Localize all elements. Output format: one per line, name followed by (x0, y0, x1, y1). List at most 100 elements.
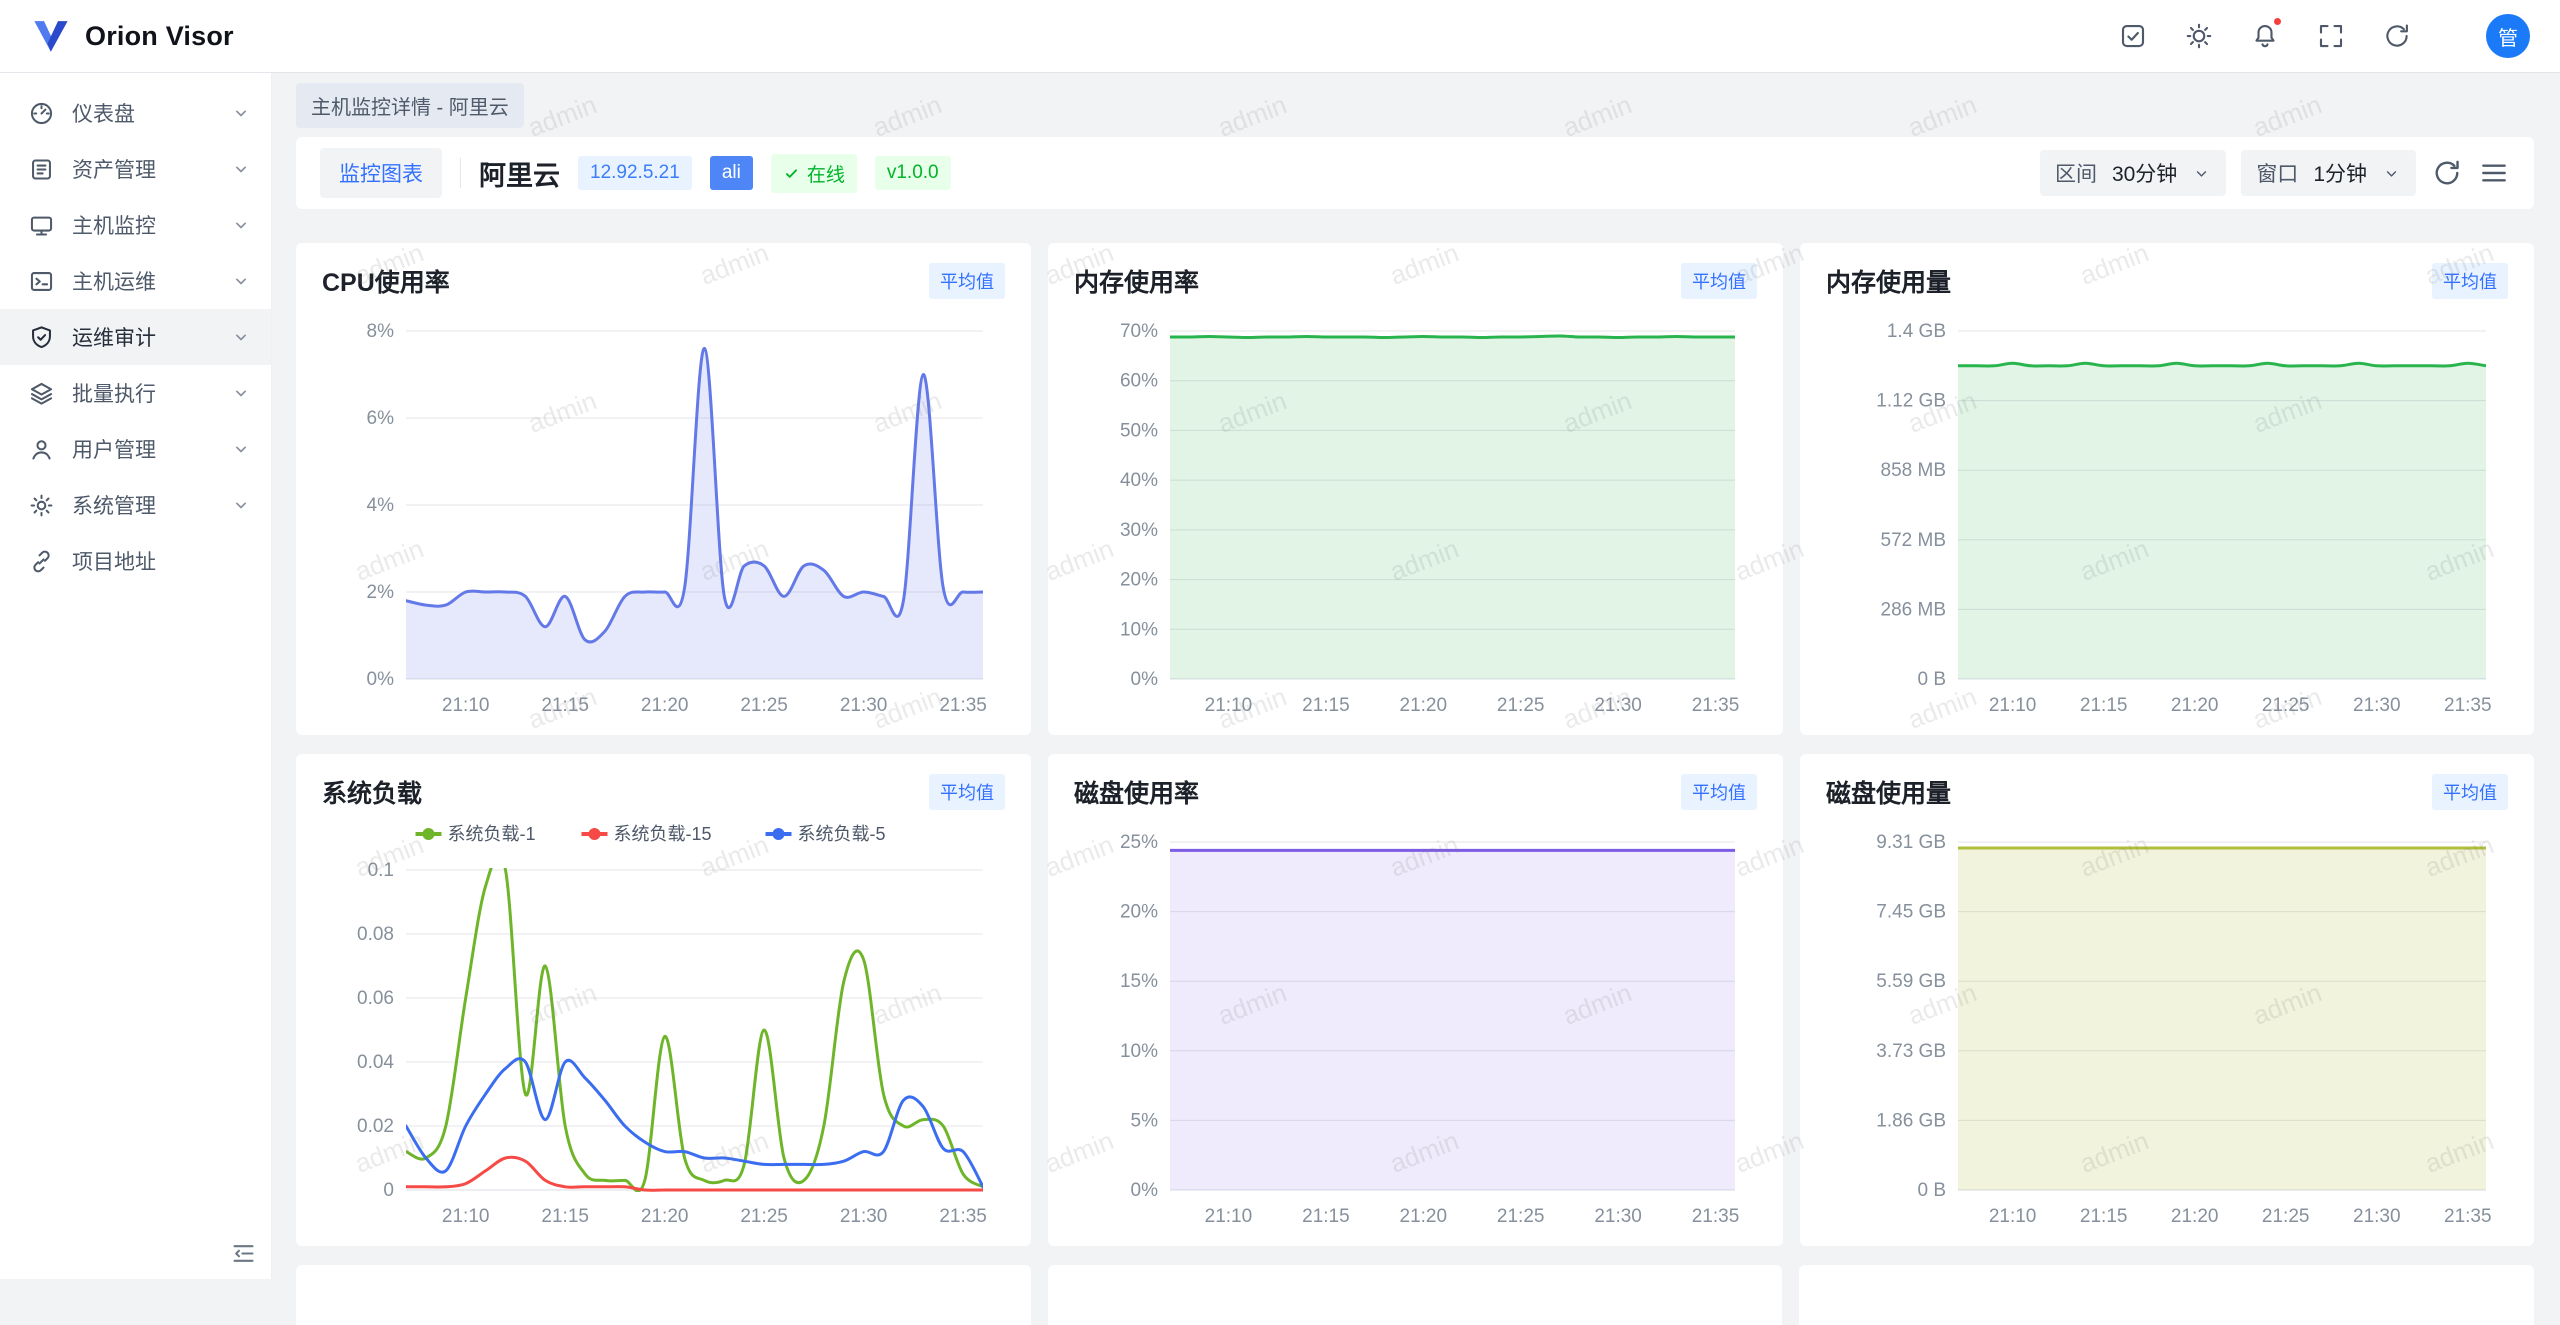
chevron-down-icon (231, 103, 251, 123)
svg-text:21:15: 21:15 (1302, 695, 1350, 716)
chart-card-head: 磁盘使用量平均值 (1826, 774, 2508, 818)
sidebar-menu: 仪表盘资产管理主机监控主机运维运维审计批量执行用户管理系统管理项目地址 (0, 73, 271, 589)
sidebar-collapse-icon[interactable] (230, 1240, 257, 1267)
chart-title: CPU使用率 (322, 263, 450, 299)
svg-text:21:25: 21:25 (1497, 1206, 1545, 1227)
topbar: Orion Visor 管 (0, 0, 2560, 73)
svg-text:21:30: 21:30 (2353, 1206, 2401, 1227)
refresh-icon[interactable] (2382, 21, 2412, 51)
sidebar-item-host-ops[interactable]: 主机运维 (0, 253, 271, 309)
chart-card-cpu-usage: CPU使用率平均值0%2%4%6%8%21:1021:1521:2021:252… (296, 243, 1031, 735)
sidebar-item-host-monitor[interactable]: 主机监控 (0, 197, 271, 253)
svg-text:21:15: 21:15 (1302, 1206, 1350, 1227)
fullscreen-icon[interactable] (2316, 21, 2346, 51)
link-icon (28, 548, 55, 575)
chart-memory-usage-amount[interactable]: 0 B286 MB572 MB858 MB1.12 GB1.4 GB21:102… (1826, 307, 2508, 723)
avatar[interactable]: 管 (2486, 14, 2530, 58)
svg-text:21:25: 21:25 (2262, 1206, 2310, 1227)
host-name: 阿里云 (479, 154, 560, 193)
window-value: 1分钟 (2313, 158, 2367, 188)
refresh-button[interactable] (2431, 157, 2463, 189)
sidebar-item-label: 运维审计 (72, 322, 214, 352)
svg-text:21:10: 21:10 (442, 1206, 490, 1227)
svg-text:0%: 0% (367, 669, 395, 690)
svg-text:21:10: 21:10 (1205, 1206, 1253, 1227)
sidebar-item-label: 仪表盘 (72, 98, 214, 128)
bell-icon[interactable] (2250, 21, 2280, 51)
svg-text:21:20: 21:20 (2171, 1206, 2219, 1227)
chart-card-head: 内存使用量平均值 (1826, 263, 2508, 307)
svg-text:60%: 60% (1120, 371, 1158, 392)
sidebar-item-dashboard[interactable]: 仪表盘 (0, 85, 271, 141)
chart-card-memory-usage-rate: 内存使用率平均值0%10%20%30%40%50%60%70%21:1021:1… (1048, 243, 1783, 735)
window-label: 窗口 (2256, 158, 2298, 188)
svg-text:21:15: 21:15 (541, 1206, 589, 1227)
chart-card-disk-usage-rate: 磁盘使用率平均值0%5%10%15%20%25%21:1021:1521:202… (1048, 754, 1783, 1246)
monitor-chart-mode-button[interactable]: 监控图表 (320, 148, 442, 198)
svg-text:40%: 40% (1120, 470, 1158, 491)
svg-text:7.45 GB: 7.45 GB (1876, 902, 1946, 923)
sidebar-item-label: 主机监控 (72, 210, 214, 240)
app-title: Orion Visor (85, 21, 234, 52)
sidebar-item-ops-audit[interactable]: 运维审计 (0, 309, 271, 365)
dashboard-icon (28, 100, 55, 127)
sidebar-item-project-url[interactable]: 项目地址 (0, 533, 271, 589)
chart-card-partial (1799, 1265, 2534, 1325)
breadcrumb-row: 主机监控详情 - 阿里云 (296, 73, 2534, 137)
chart-card-head: 系统负载平均值 (322, 774, 1005, 818)
window-select[interactable]: 窗口 1分钟 (2241, 150, 2416, 196)
svg-text:0%: 0% (1131, 1180, 1159, 1201)
sidebar-item-batch-exec[interactable]: 批量执行 (0, 365, 271, 421)
svg-text:0 B: 0 B (1917, 669, 1946, 690)
chart-card-system-load: 系统负载平均值00.020.040.060.080.121:1021:1521:… (296, 754, 1031, 1246)
brightness-icon[interactable] (2184, 21, 2214, 51)
gear-icon[interactable] (2448, 21, 2478, 51)
svg-text:286 MB: 286 MB (1881, 599, 1946, 620)
chart-cpu-usage[interactable]: 0%2%4%6%8%21:1021:1521:2021:2521:3021:35 (322, 307, 1005, 723)
interval-select[interactable]: 区间 30分钟 (2040, 150, 2226, 196)
check-square-icon[interactable] (2118, 21, 2148, 51)
online-status-label: 在线 (807, 160, 845, 187)
svg-text:21:30: 21:30 (1594, 1206, 1642, 1227)
svg-text:21:30: 21:30 (1594, 695, 1642, 716)
svg-text:21:25: 21:25 (2262, 695, 2310, 716)
svg-text:21:35: 21:35 (939, 695, 987, 716)
svg-text:4%: 4% (367, 495, 395, 516)
display-options-button[interactable] (2478, 157, 2510, 189)
chevron-down-icon (2192, 164, 2211, 183)
chart-disk-usage-amount[interactable]: 0 B1.86 GB3.73 GB5.59 GB7.45 GB9.31 GB21… (1826, 818, 2508, 1234)
sidebar-item-assets[interactable]: 资产管理 (0, 141, 271, 197)
svg-text:0.08: 0.08 (357, 924, 394, 945)
svg-text:21:35: 21:35 (939, 1206, 987, 1227)
svg-text:21:20: 21:20 (1400, 695, 1448, 716)
chart-system-load[interactable]: 00.020.040.060.080.121:1021:1521:2021:25… (322, 818, 1005, 1234)
chart-card-disk-usage-amount: 磁盘使用量平均值0 B1.86 GB3.73 GB5.59 GB7.45 GB9… (1800, 754, 2534, 1246)
svg-text:0.06: 0.06 (357, 988, 394, 1009)
average-tag: 平均值 (1681, 774, 1757, 810)
svg-text:21:25: 21:25 (740, 1206, 788, 1227)
svg-text:0: 0 (383, 1180, 394, 1201)
svg-text:21:10: 21:10 (442, 695, 490, 716)
svg-text:21:35: 21:35 (2444, 1206, 2492, 1227)
chart-card-partial (296, 1265, 1031, 1325)
sidebar-item-label: 资产管理 (72, 154, 214, 184)
sidebar-item-system-mgmt[interactable]: 系统管理 (0, 477, 271, 533)
chart-memory-usage-rate[interactable]: 0%10%20%30%40%50%60%70%21:1021:1521:2021… (1074, 307, 1757, 723)
chart-disk-usage-rate[interactable]: 0%5%10%15%20%25%21:1021:1521:2021:2521:3… (1074, 818, 1757, 1234)
chart-grid-row-2: 系统负载平均值00.020.040.060.080.121:1021:1521:… (296, 754, 2534, 1246)
chevron-down-icon (231, 495, 251, 515)
svg-text:1.86 GB: 1.86 GB (1876, 1110, 1946, 1131)
breadcrumb[interactable]: 主机监控详情 - 阿里云 (296, 83, 524, 128)
sidebar-item-label: 批量执行 (72, 378, 214, 408)
svg-text:21:30: 21:30 (840, 1206, 888, 1227)
host-monitor-icon (28, 212, 55, 239)
svg-text:系统负载-15: 系统负载-15 (614, 824, 712, 844)
chart-card-partial (1048, 1265, 1783, 1325)
sidebar-item-user-mgmt[interactable]: 用户管理 (0, 421, 271, 477)
average-tag: 平均值 (2432, 774, 2508, 810)
chart-card-memory-usage-amount: 内存使用量平均值0 B286 MB572 MB858 MB1.12 GB1.4 … (1800, 243, 2534, 735)
svg-text:21:30: 21:30 (2353, 695, 2401, 716)
svg-text:21:20: 21:20 (2171, 695, 2219, 716)
svg-text:21:15: 21:15 (2080, 1206, 2128, 1227)
svg-text:21:15: 21:15 (541, 695, 589, 716)
